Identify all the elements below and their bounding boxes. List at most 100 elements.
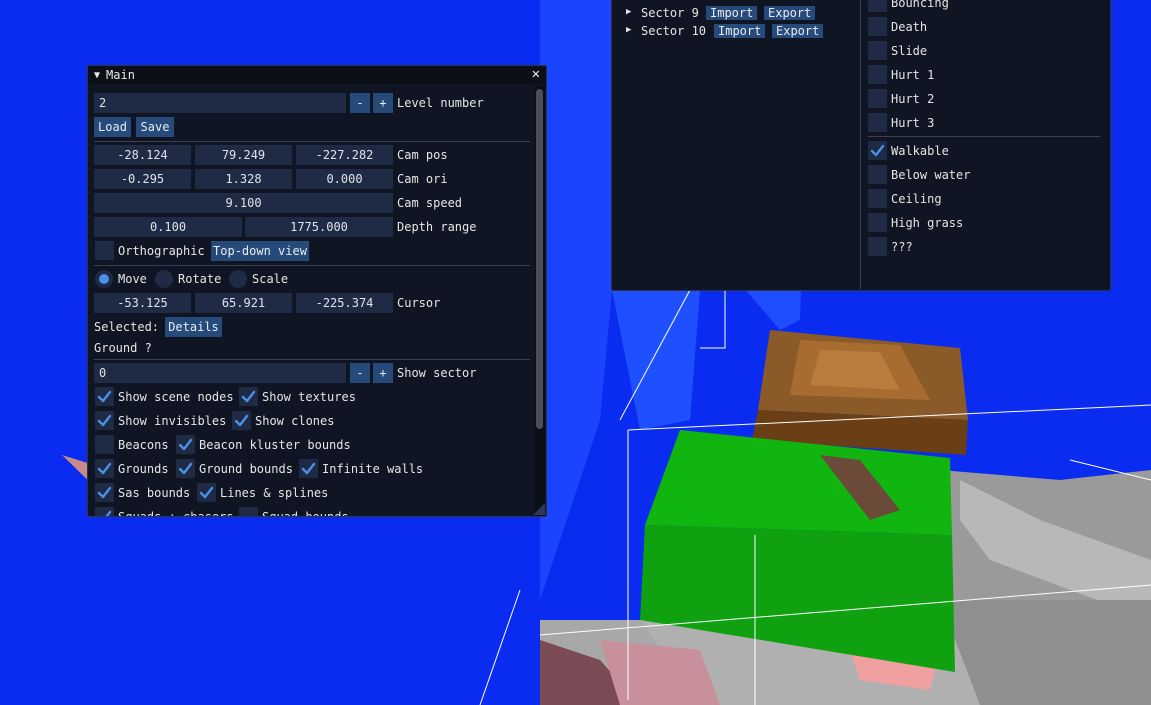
close-icon[interactable]: ✕ [532,66,540,83]
show-scene-nodes-label[interactable]: Show scene nodes [118,387,234,407]
cam-ori-z[interactable]: 0.000 [296,169,393,189]
cursor-y[interactable]: 65.921 [195,293,292,313]
flag-checkbox[interactable] [868,65,887,84]
flag-label[interactable]: Walkable [891,141,949,161]
checkmark-icon [199,486,214,499]
main-scrollbar-thumb[interactable] [536,89,543,429]
flag-label[interactable]: High grass [891,213,963,233]
orthographic-checkbox[interactable] [95,241,114,260]
flag-checkbox[interactable] [868,17,887,36]
cam-pos-y[interactable]: 79.249 [195,145,292,165]
load-button[interactable]: Load [94,117,131,137]
depth-range-max[interactable]: 1775.000 [245,217,393,237]
level-number-input[interactable]: 2 [94,93,346,113]
beacons-label[interactable]: Beacons [118,435,169,455]
depth-range-min[interactable]: 0.100 [94,217,242,237]
show-invisibles-checkbox[interactable] [95,411,114,430]
show-clones-checkbox[interactable] [232,411,251,430]
squads-chasers-label[interactable]: Squads + chasers [118,507,234,516]
scale-radio[interactable] [229,270,247,288]
details-button[interactable]: Details [165,317,222,337]
cursor-z[interactable]: -225.374 [296,293,393,313]
flag-checkbox[interactable] [868,0,887,12]
level-decrement-button[interactable]: - [350,93,370,113]
beacon-kluster-bounds-label[interactable]: Beacon kluster bounds [199,435,351,455]
infinite-walls-label[interactable]: Infinite walls [322,459,423,479]
move-radio[interactable] [95,270,113,288]
cam-ori-label: Cam ori [397,172,448,186]
cam-speed-slider[interactable]: 9.100 [94,193,393,213]
flag-label[interactable]: ??? [891,237,913,257]
show-clones-label[interactable]: Show clones [255,411,334,431]
lines-splines-label[interactable]: Lines & splines [220,483,328,503]
grounds-label[interactable]: Grounds [118,459,169,479]
tree-arrow-icon[interactable]: ▶ [626,2,631,22]
flag-label[interactable]: Bouncing [891,0,949,13]
lines-splines-checkbox[interactable] [197,483,216,502]
flag-checkbox[interactable] [868,41,887,60]
flag-checkbox[interactable] [868,213,887,232]
main-window[interactable]: ▼ Main ✕ 2 - + Level number Load Save -2… [87,65,547,517]
flag-label[interactable]: Ceiling [891,189,942,209]
sector-9-label[interactable]: Sector 9 [641,3,699,23]
flag-checkbox[interactable] [868,237,887,256]
collapse-arrow-icon[interactable]: ▼ [94,70,100,81]
sector-10-label[interactable]: Sector 10 [641,21,706,41]
sas-bounds-checkbox[interactable] [95,483,114,502]
save-button[interactable]: Save [136,117,174,137]
scale-label[interactable]: Scale [252,269,288,289]
beacon-kluster-bounds-checkbox[interactable] [176,435,195,454]
rotate-radio[interactable] [155,270,173,288]
resize-grip-icon[interactable] [533,503,545,515]
flag-checkbox[interactable] [868,113,887,132]
rotate-label[interactable]: Rotate [178,269,221,289]
checkmark-icon [178,462,193,475]
flag-label[interactable]: Hurt 1 [891,65,934,85]
cam-pos-x[interactable]: -28.124 [94,145,191,165]
ground-bounds-checkbox[interactable] [176,459,195,478]
level-increment-button[interactable]: + [373,93,393,113]
orthographic-label[interactable]: Orthographic [118,241,205,261]
squads-chasers-checkbox[interactable] [95,507,114,516]
cam-pos-z[interactable]: -227.282 [296,145,393,165]
show-textures-checkbox[interactable] [239,387,258,406]
cursor-x[interactable]: -53.125 [94,293,191,313]
grounds-checkbox[interactable] [95,459,114,478]
show-invisibles-label[interactable]: Show invisibles [118,411,226,431]
top-down-view-button[interactable]: Top-down view [211,241,309,261]
beacons-checkbox[interactable] [95,435,114,454]
tree-arrow-icon[interactable]: ▶ [626,20,631,40]
flag-label[interactable]: Below water [891,165,970,185]
checkmark-icon [98,510,112,516]
flag-checkbox[interactable] [868,189,887,208]
sector-10-import-button[interactable]: Import [714,24,766,38]
sector-increment-button[interactable]: + [373,363,393,383]
cam-ori-y[interactable]: 1.328 [195,169,292,189]
flag-label[interactable]: Hurt 3 [891,113,934,133]
sector-9-import-button[interactable]: Import [706,6,758,20]
checkmark-icon [234,414,249,427]
show-scene-nodes-checkbox[interactable] [95,387,114,406]
squad-bounds-label[interactable]: Squad bounds [262,507,349,516]
flag-label[interactable]: Death [891,17,927,37]
sectors-window[interactable]: ▶ Sector 9 Import Export ▶ Sector 10 Imp… [611,0,1111,291]
move-label[interactable]: Move [118,269,147,289]
squad-bounds-checkbox[interactable] [239,507,258,516]
checkmark-icon [870,144,885,157]
flag-checkbox[interactable] [868,141,887,160]
flag-label[interactable]: Slide [891,41,927,61]
cursor-label: Cursor [397,296,441,310]
cam-ori-x[interactable]: -0.295 [94,169,191,189]
flag-label[interactable]: Hurt 2 [891,89,934,109]
ground-bounds-label[interactable]: Ground bounds [199,459,293,479]
flag-checkbox[interactable] [868,165,887,184]
sas-bounds-label[interactable]: Sas bounds [118,483,190,503]
infinite-walls-checkbox[interactable] [299,459,318,478]
show-sector-input[interactable]: 0 [94,363,346,383]
sector-10-export-button[interactable]: Export [772,24,824,38]
main-title-bar[interactable]: ▼ Main ✕ [88,66,546,84]
sector-9-export-button[interactable]: Export [764,6,816,20]
show-textures-label[interactable]: Show textures [262,387,356,407]
flag-checkbox[interactable] [868,89,887,108]
sector-decrement-button[interactable]: - [350,363,370,383]
